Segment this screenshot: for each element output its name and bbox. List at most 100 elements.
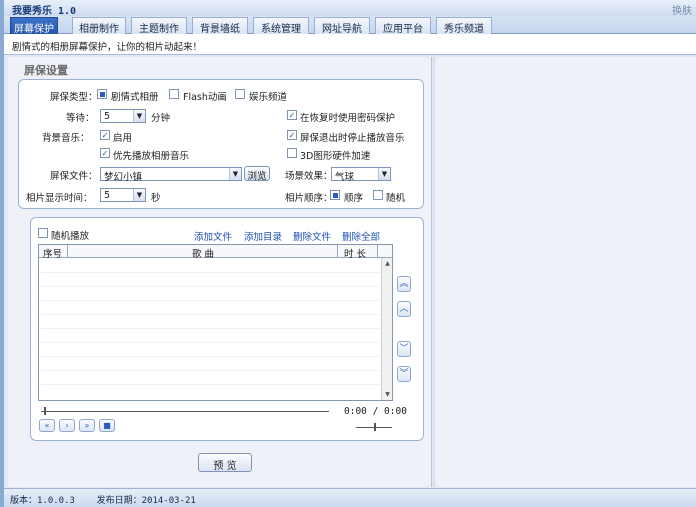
delete-all-link[interactable]: 删除全部 <box>342 229 380 243</box>
order-sequential-radio[interactable] <box>330 190 340 200</box>
chevron-down-icon: ▼ <box>229 168 241 180</box>
chevron-down-icon: ▼ <box>133 189 145 201</box>
tab-system[interactable]: 系统管理 <box>253 17 309 35</box>
scroll-up-icon[interactable]: ▲ <box>383 259 392 268</box>
double-down-icon: ︾ <box>399 369 409 379</box>
preview-panel <box>434 57 696 487</box>
next-button[interactable]: » <box>79 419 95 432</box>
version-text: 版本：1.0.0.3 <box>10 496 75 506</box>
move-down-button[interactable]: ﹀ <box>397 341 411 357</box>
hw-accel-checkbox[interactable] <box>287 148 297 158</box>
play-button[interactable]: › <box>59 419 75 432</box>
forward-icon: » <box>84 421 90 430</box>
file-label: 屏保文件： <box>50 171 98 182</box>
type-flash-radio[interactable] <box>169 89 179 99</box>
row-divider <box>39 286 380 287</box>
photo-time-unit: 秒 <box>151 193 161 204</box>
delete-file-link[interactable]: 删除文件 <box>293 229 331 243</box>
random-play-label: 随机播放 <box>51 231 90 242</box>
row-divider <box>39 272 380 273</box>
chevron-down-icon: ▼ <box>133 110 145 122</box>
photo-time-label: 相片显示时间： <box>26 193 93 204</box>
row-divider <box>39 370 380 371</box>
chevron-down-icon: ▼ <box>378 168 390 180</box>
photo-time-select[interactable]: 5 ▼ <box>100 188 146 202</box>
playlist-table[interactable]: 序号 歌 曲 时 长 ▲ ▼ <box>38 244 393 401</box>
skin-link[interactable]: 换肤 <box>672 2 692 17</box>
time-display: 0:00 / 0:00 <box>344 406 407 417</box>
random-play-checkbox[interactable] <box>38 228 48 238</box>
progress-slider[interactable] <box>41 411 329 412</box>
type-album-label: 剧情式相册 <box>111 92 159 103</box>
stop-music-checkbox[interactable] <box>287 130 297 140</box>
password-checkbox[interactable] <box>287 110 297 120</box>
wait-unit: 分钟 <box>151 113 171 124</box>
move-bottom-button[interactable]: ︾ <box>397 366 411 382</box>
title-bar: 我要秀乐 1.0 换肤 <box>4 0 696 17</box>
wait-label: 等待： <box>66 113 95 124</box>
tab-album[interactable]: 相册制作 <box>72 17 126 35</box>
release-date-text: 发布日期：2014-03-21 <box>96 496 196 506</box>
double-up-icon: ︽ <box>399 279 409 289</box>
column-duration: 时 长 <box>344 249 367 260</box>
tab-channel[interactable]: 秀乐频道 <box>436 17 492 35</box>
scroll-down-icon[interactable]: ▼ <box>383 390 392 399</box>
section-title: 屏保设置 <box>24 64 68 77</box>
app-window: 我要秀乐 1.0 换肤 屏幕保护 相册制作 主题制作 背景墙纸 系统管理 网址导… <box>0 0 696 507</box>
row-divider <box>39 356 380 357</box>
column-divider <box>337 245 338 258</box>
move-top-button[interactable]: ︽ <box>397 276 411 292</box>
stop-button[interactable]: ■ <box>99 419 115 432</box>
progress-thumb[interactable] <box>44 407 46 415</box>
file-value: 梦幻小镇 <box>104 172 143 183</box>
add-folder-link[interactable]: 添加目录 <box>244 229 282 243</box>
type-label: 屏保类型： <box>50 92 98 103</box>
order-random-radio[interactable] <box>373 190 383 200</box>
row-divider <box>39 384 380 385</box>
order-sequential-label: 顺序 <box>344 193 364 204</box>
column-divider <box>67 245 68 258</box>
browse-button[interactable]: 浏览 <box>244 166 270 182</box>
photo-time-value: 5 <box>104 190 111 201</box>
scene-select[interactable]: 气球 ▼ <box>331 167 391 183</box>
row-divider <box>39 328 380 329</box>
tab-platform[interactable]: 应用平台 <box>375 17 431 35</box>
down-icon: ﹀ <box>399 344 409 354</box>
type-entertainment-radio[interactable] <box>235 89 245 99</box>
scene-value: 气球 <box>335 172 355 183</box>
playlist-scrollbar[interactable]: ▲ ▼ <box>381 258 392 400</box>
wait-select[interactable]: 5 ▼ <box>100 109 146 123</box>
album-music-label: 优先播放相册音乐 <box>113 151 190 162</box>
type-entertainment-label: 娱乐频道 <box>249 92 288 103</box>
preview-button[interactable]: 预 览 <box>198 453 252 472</box>
add-file-link[interactable]: 添加文件 <box>194 229 232 243</box>
column-song: 歌 曲 <box>192 249 215 260</box>
hw-accel-label: 3D图形硬件加速 <box>300 151 371 162</box>
enable-music-checkbox[interactable] <box>100 130 110 140</box>
playlist-header: 序号 歌 曲 时 长 <box>39 245 392 260</box>
play-icon: › <box>65 421 69 430</box>
password-label: 在恢复时使用密码保护 <box>300 113 396 124</box>
tab-screensaver[interactable]: 屏幕保护 <box>10 17 58 35</box>
wait-value: 5 <box>104 111 111 122</box>
scene-label: 场景效果： <box>285 171 333 182</box>
page-description: 剧情式的相册屏幕保护，让你的相片动起来！ <box>4 34 696 55</box>
bgmusic-label: 背景音乐： <box>42 133 90 144</box>
column-divider <box>377 245 378 258</box>
file-select[interactable]: 梦幻小镇 ▼ <box>100 167 242 183</box>
row-divider <box>39 342 380 343</box>
tab-navigation[interactable]: 网址导航 <box>314 17 370 35</box>
tab-theme[interactable]: 主题制作 <box>131 17 187 35</box>
tab-bar: 屏幕保护 相册制作 主题制作 背景墙纸 系统管理 网址导航 应用平台 秀乐频道 <box>4 16 696 35</box>
album-music-checkbox[interactable] <box>100 148 110 158</box>
volume-thumb[interactable] <box>374 423 376 431</box>
previous-button[interactable]: « <box>39 419 55 432</box>
move-up-button[interactable]: ︿ <box>397 301 411 317</box>
tab-wallpaper[interactable]: 背景墙纸 <box>192 17 248 35</box>
column-index: 序号 <box>43 249 63 260</box>
type-album-radio[interactable] <box>97 89 107 99</box>
enable-music-label: 启用 <box>113 133 133 144</box>
row-divider <box>39 314 380 315</box>
stop-icon: ■ <box>103 421 111 430</box>
type-flash-label: Flash动画 <box>183 92 227 103</box>
